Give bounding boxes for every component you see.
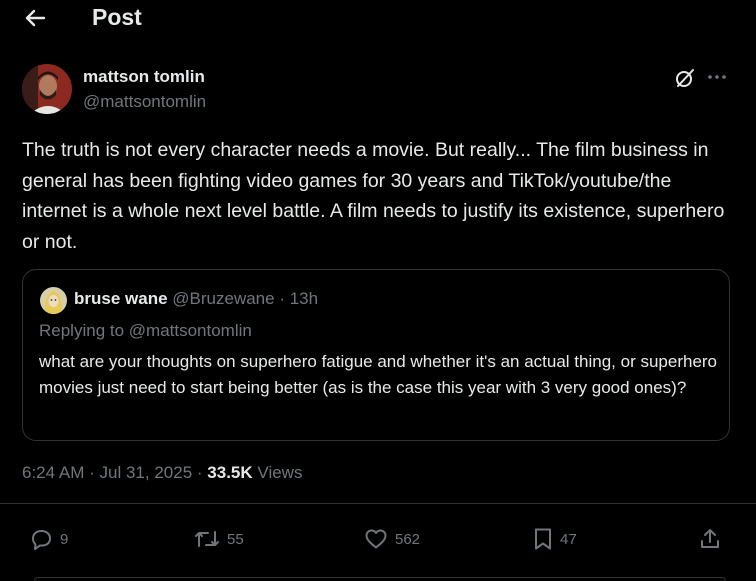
author-handle[interactable]: @mattsontomlin bbox=[83, 92, 206, 112]
more-icon[interactable] bbox=[706, 66, 728, 88]
post-text: The truth is not every character needs a… bbox=[22, 139, 725, 253]
heart-icon bbox=[365, 529, 387, 549]
reply-button[interactable]: 9 bbox=[28, 525, 68, 553]
meta-separator: · bbox=[196, 463, 203, 482]
quote-author-name[interactable]: bruse wane bbox=[74, 289, 168, 308]
author-avatar[interactable] bbox=[22, 64, 72, 114]
author-name[interactable]: mattson tomlin bbox=[83, 67, 205, 87]
back-button[interactable] bbox=[22, 6, 48, 30]
quote-header: bruse wane @Bruzewane · 13h bbox=[74, 289, 318, 309]
quote-timestamp[interactable]: · 13h bbox=[279, 289, 318, 308]
reply-icon bbox=[32, 530, 51, 550]
like-count: 562 bbox=[395, 530, 421, 548]
bookmark-icon bbox=[535, 528, 551, 550]
share-icon bbox=[701, 529, 719, 548]
views-count: 33.5K bbox=[207, 463, 253, 482]
post-meta: 6:24 AM · Jul 31, 2025 · 33.5K Views bbox=[22, 463, 302, 483]
post-date[interactable]: Jul 31, 2025 bbox=[100, 463, 193, 482]
divider bbox=[0, 503, 756, 504]
arrow-left-icon bbox=[25, 9, 46, 27]
quoted-post[interactable]: bruse wane @Bruzewane · 13h Replying to … bbox=[22, 269, 730, 441]
bookmark-button[interactable]: 47 bbox=[532, 525, 577, 553]
views-label: Views bbox=[257, 463, 303, 482]
reply-count: 9 bbox=[60, 530, 69, 548]
quote-avatar[interactable] bbox=[40, 287, 67, 314]
repost-icon bbox=[195, 531, 219, 547]
grok-icon[interactable] bbox=[674, 67, 696, 89]
meta-separator: · bbox=[89, 463, 95, 482]
page-header: Post bbox=[0, 0, 756, 40]
share-button[interactable] bbox=[698, 525, 722, 553]
quote-replying-to: Replying to @mattsontomlin bbox=[39, 321, 252, 340]
quote-author-handle[interactable]: @Bruzewane bbox=[172, 289, 274, 308]
like-button[interactable]: 562 bbox=[363, 525, 420, 553]
post-time[interactable]: 6:24 AM bbox=[22, 463, 84, 482]
page-title: Post bbox=[92, 4, 142, 30]
reply-box-edge bbox=[34, 577, 726, 581]
quote-text: what are your thoughts on superhero fati… bbox=[39, 352, 718, 397]
repost-count: 55 bbox=[227, 530, 244, 548]
bookmark-count: 47 bbox=[560, 530, 577, 548]
repost-button[interactable]: 55 bbox=[193, 525, 244, 553]
